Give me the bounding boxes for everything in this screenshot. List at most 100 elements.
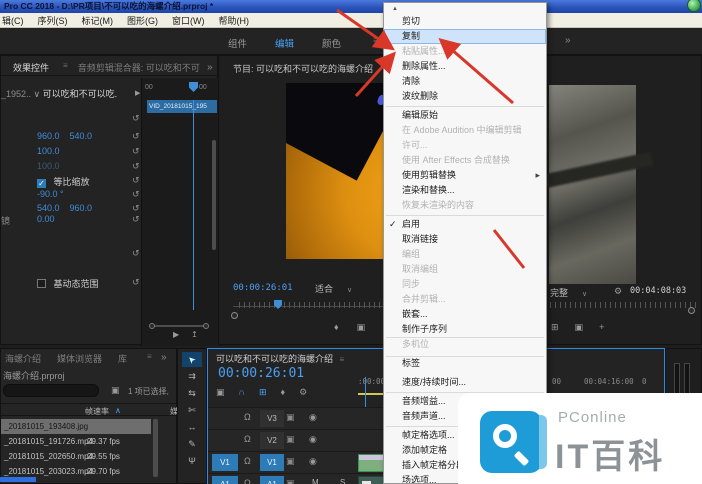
column-framerate[interactable]: 帧速率 xyxy=(85,406,109,417)
track-patch-icon[interactable]: ▣ xyxy=(286,478,295,484)
list-header[interactable]: 帧速率 ∧ 媒 xyxy=(1,403,176,416)
panel-overflow-icon[interactable]: » xyxy=(207,62,213,73)
context-menu-item[interactable]: 取消链接 xyxy=(384,232,546,247)
context-menu-item[interactable]: 标签 xyxy=(384,356,546,371)
panel-overflow-icon[interactable]: » xyxy=(161,352,167,363)
checkbox-checked-icon[interactable]: ✓ xyxy=(37,179,46,188)
compare-view-icon[interactable]: ⊞ xyxy=(551,322,559,333)
clip-bar[interactable]: VID_20181015_195 xyxy=(147,100,217,113)
ripple-edit-tool[interactable]: ⇆ xyxy=(182,386,202,401)
effect-controls-timeline[interactable]: 00 00 VID_20181015_195 xyxy=(141,78,219,346)
solo-button[interactable]: S xyxy=(340,478,345,484)
context-menu-item[interactable]: 速度/持续时间... xyxy=(384,375,546,390)
hand-tool[interactable]: Ψ xyxy=(182,454,202,469)
scroll-handle[interactable] xyxy=(203,323,209,329)
reference-timecode[interactable]: 00:04:08:03 xyxy=(630,286,686,296)
context-menu-item[interactable]: 删除属性... xyxy=(384,59,546,74)
_20181015_191726.mp4[interactable]: _20181015_191726.mp4 29.37 fps xyxy=(1,434,151,449)
scrubber-track[interactable] xyxy=(550,302,696,308)
expand-icon[interactable]: ▶ xyxy=(135,89,140,97)
reset-parameter-icon[interactable]: ↺ xyxy=(132,175,140,186)
context-menu-item[interactable]: 使用 After Effects 合成替换 xyxy=(384,153,546,168)
param-position[interactable]: 960.0540.0 ↺ xyxy=(1,131,146,144)
context-menu-item[interactable]: 渲染和替换... xyxy=(384,183,546,198)
track-patch-icon[interactable]: ▣ xyxy=(286,456,295,467)
export-frame-icon[interactable]: ▣ xyxy=(357,322,366,333)
selection-tool[interactable]: ➤ xyxy=(182,352,202,367)
chevron-down-icon[interactable]: ∨ xyxy=(34,89,41,99)
param-dynamic-range[interactable]: 基动态范围 ↺ xyxy=(1,277,146,290)
track-label[interactable]: A1 xyxy=(260,476,284,484)
context-menu-item[interactable]: 恢复未渲染的内容 xyxy=(384,198,546,213)
export-frame-icon[interactable]: ▣ xyxy=(575,322,584,333)
workspace-tab[interactable]: 编辑 xyxy=(275,36,294,50)
scroll-handle[interactable] xyxy=(149,323,155,329)
project-panel-tab[interactable]: 媒体浏览器 xyxy=(57,352,102,365)
context-menu-item[interactable]: 启用 xyxy=(384,217,546,232)
track-label[interactable]: V3 xyxy=(260,410,284,427)
reset-parameter-icon[interactable]: ↺ xyxy=(132,203,140,214)
zoom-level-dropdown[interactable]: 适合∨ xyxy=(315,282,352,295)
context-menu-item[interactable]: 编组 xyxy=(384,247,546,262)
slip-tool[interactable]: ↔ xyxy=(182,420,202,435)
tab-audio-clip-mixer[interactable]: 音频剪辑混合器: 可以吃和不可 xyxy=(78,61,200,75)
project-panel-tab[interactable]: 库 xyxy=(118,352,127,365)
context-menu-item[interactable]: 在 Adobe Audition 中编辑剪辑 xyxy=(384,123,546,138)
context-menu-item[interactable]: 制作子序列 xyxy=(384,322,546,337)
lock-icon[interactable]: Ω xyxy=(244,434,251,444)
razor-tool[interactable]: ✄ xyxy=(182,403,202,418)
track-visibility-icon[interactable]: ◉ xyxy=(309,434,317,445)
track-label[interactable]: V1 xyxy=(260,454,284,471)
sequence-selector[interactable]: 可以吃和不可以吃. xyxy=(43,89,118,99)
mute-button[interactable]: M xyxy=(312,478,319,484)
lock-icon[interactable]: Ω xyxy=(244,478,251,484)
context-menu-item[interactable]: 波纹删除 xyxy=(384,89,546,104)
context-menu-item[interactable]: 复制 xyxy=(384,29,546,44)
tab-effect-controls[interactable]: 效果控件 xyxy=(13,61,49,75)
insert-overwrite-icon[interactable]: ▣ xyxy=(216,387,225,398)
timeline-settings-icon[interactable]: ⚙ xyxy=(299,387,307,398)
context-menu-item[interactable]: 多机位 xyxy=(384,337,546,352)
vertical-scrollbar[interactable] xyxy=(212,140,216,250)
zoom-level-dropdown[interactable]: 完整∨ xyxy=(550,286,587,299)
timeline-timecode[interactable]: 00:00:26:01 xyxy=(218,366,304,381)
context-menu-item[interactable]: 合并剪辑... xyxy=(384,292,546,307)
track-patch-icon[interactable]: ▣ xyxy=(286,434,295,445)
menu-item[interactable]: 辑(C) xyxy=(2,14,24,27)
linked-selection-icon[interactable]: ⊞ xyxy=(259,387,267,398)
panel-menu-icon[interactable]: ≡ xyxy=(340,355,345,364)
reset-parameter-icon[interactable]: ↺ xyxy=(132,131,140,142)
context-menu-item[interactable]: 同步 xyxy=(384,277,546,292)
export-icon[interactable]: ↥ xyxy=(191,330,198,339)
folder-icon[interactable]: ▣ xyxy=(111,385,120,396)
param-scale[interactable]: 100.0 ↺ xyxy=(1,146,146,159)
reset-parameter-icon[interactable]: ↺ xyxy=(132,113,140,124)
param-antiflicker[interactable]: 镜 0.00 ↺ xyxy=(1,214,146,227)
menu-item[interactable]: 序列(S) xyxy=(38,14,68,27)
_20181015_202650.mp4[interactable]: _20181015_202650.mp4 29.55 fps xyxy=(1,449,151,464)
panel-menu-icon[interactable]: ≡ xyxy=(147,352,152,365)
workspace-tab[interactable]: 颜色 xyxy=(322,36,341,50)
context-menu-item[interactable]: 剪切 xyxy=(384,14,546,29)
pen-tool[interactable]: ✎ xyxy=(182,437,202,452)
context-menu-item[interactable]: 清除 xyxy=(384,74,546,89)
add-marker-icon[interactable]: ♦ xyxy=(281,387,286,398)
zoom-scroll-handle[interactable] xyxy=(688,307,695,314)
source-patch-v1[interactable]: V1 xyxy=(212,454,238,471)
workspace-tab[interactable]: 组件 xyxy=(228,36,247,50)
menu-scroll-up-icon[interactable]: ▲ xyxy=(384,4,546,14)
project-panel-tab[interactable]: 海螺介绍 xyxy=(5,352,41,365)
context-menu-item[interactable]: 粘贴属性... xyxy=(384,44,546,59)
snap-icon[interactable]: ∩ xyxy=(239,387,245,398)
menu-item[interactable]: 图形(G) xyxy=(127,14,158,27)
marker-icon[interactable]: ♦ xyxy=(334,322,339,333)
panel-menu-icon[interactable]: ≡ xyxy=(373,36,378,50)
checkbox-icon[interactable] xyxy=(37,279,46,288)
horizontal-scrollbar[interactable] xyxy=(149,323,209,328)
context-menu-item[interactable]: 嵌套... xyxy=(384,307,546,322)
lock-icon[interactable]: Ω xyxy=(244,456,251,466)
reset-parameter-icon[interactable]: ↺ xyxy=(132,277,140,288)
context-menu-item[interactable]: 使用剪辑替换 xyxy=(384,168,546,183)
_20181015_193408.jpg[interactable]: _20181015_193408.jpg xyxy=(1,419,151,434)
search-input[interactable] xyxy=(3,384,99,397)
